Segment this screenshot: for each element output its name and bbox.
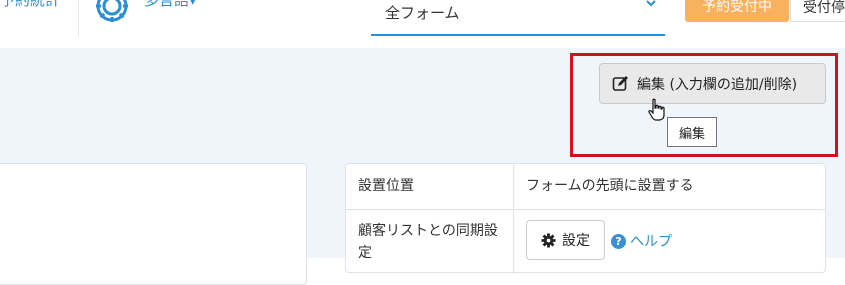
table-row: 設置位置 フォームの先頭に設置する — [346, 164, 825, 210]
help-link-label: ヘルプ — [630, 234, 672, 250]
table-cell-label: 設置位置 — [358, 178, 414, 194]
nav-item-stats[interactable]: 予約統計 — [0, 0, 60, 30]
form-select-value: 全フォーム — [385, 4, 460, 22]
nav-divider — [78, 0, 79, 36]
help-link[interactable]: ? ヘルプ — [611, 231, 672, 251]
question-circle-icon: ? — [611, 233, 626, 249]
reservation-status-button[interactable]: 予約受付中 — [685, 0, 789, 22]
table-cell-label: 顧客リストとの同期設定 — [358, 223, 498, 261]
stop-accepting-button[interactable]: 受付停 — [790, 0, 845, 22]
sync-settings-button[interactable]: 設定 — [526, 220, 605, 260]
sync-settings-button-label: 設定 — [562, 233, 590, 249]
settings-table: 設置位置 フォームの先頭に設置する 顧客リストとの同期設定 設定 ? ヘルプ — [345, 163, 826, 274]
hand-pointer-icon — [648, 98, 665, 121]
gear-icon — [541, 232, 556, 248]
gear-icon[interactable] — [90, 0, 134, 28]
form-select-dropdown[interactable]: 全フォーム — [371, 0, 665, 36]
edit-tooltip: 編集 — [667, 117, 717, 147]
table-cell-value: フォームの先頭に設置する — [526, 178, 694, 194]
top-navigation-bar: 予約統計 多言語▾ 全フォーム 予約受付中 受付停 — [0, 0, 845, 36]
chevron-down-icon — [646, 0, 656, 7]
nav-item-multilanguage[interactable]: 多言語▾ — [144, 0, 197, 10]
form-preview-card — [0, 163, 307, 285]
